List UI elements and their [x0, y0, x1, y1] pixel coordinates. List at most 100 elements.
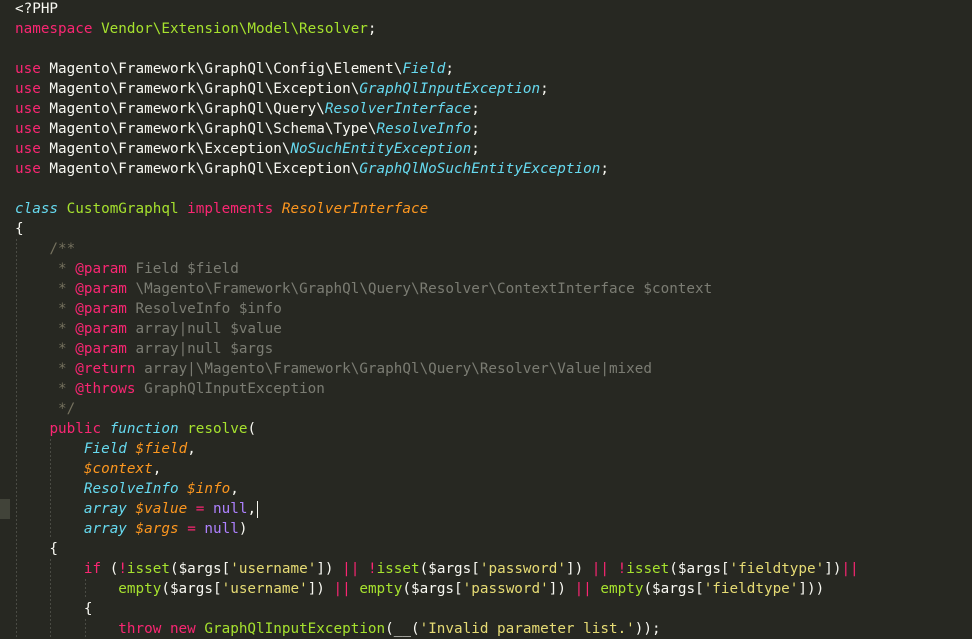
code-token: @param: [75, 261, 127, 277]
code-line[interactable]: throw new GraphQlInputException(__('Inva…: [0, 619, 972, 639]
code-line[interactable]: <?PHP: [0, 0, 972, 19]
code-token: GraphQlInputException: [204, 621, 386, 637]
code-token: *: [15, 381, 76, 397]
code-token: ResolverInterface: [324, 101, 472, 117]
code-line[interactable]: * @param \Magento\Framework\GraphQl\Quer…: [0, 279, 972, 299]
gutter-cell: [0, 259, 10, 279]
code-token: /**: [15, 241, 76, 257]
code-line[interactable]: {: [0, 539, 972, 559]
code-line[interactable]: {: [0, 599, 972, 619]
code-line[interactable]: use Magento\Framework\GraphQl\Schema\Typ…: [0, 119, 972, 139]
code-line[interactable]: * @throws GraphQlInputException: [0, 379, 972, 399]
code-line[interactable]: * @return array|\Magento\Framework\Graph…: [0, 359, 972, 379]
code-token: 'password': [479, 561, 566, 577]
code-line[interactable]: use Magento\Framework\GraphQl\Config\Ele…: [0, 59, 972, 79]
code-line[interactable]: array $value = null,: [0, 499, 972, 519]
code-line[interactable]: Field $field,: [0, 439, 972, 459]
code-token: @param: [75, 301, 127, 317]
code-text: array $value = null,: [15, 499, 259, 519]
code-line[interactable]: use Magento\Framework\GraphQl\Exception\…: [0, 79, 972, 99]
gutter-cell: [0, 539, 10, 559]
code-token: array|null $value: [126, 321, 282, 337]
code-text: * @param array|null $value: [15, 319, 282, 339]
code-line[interactable]: */: [0, 399, 972, 419]
code-line[interactable]: array $args = null): [0, 519, 972, 539]
code-token: !: [367, 561, 377, 577]
code-token: $field: [135, 441, 188, 457]
code-token: ||: [333, 581, 351, 597]
code-token: ($args[: [161, 581, 222, 597]
code-line[interactable]: $context,: [0, 459, 972, 479]
code-token: 'fieldtype': [729, 561, 825, 577]
code-token: empty: [600, 581, 644, 597]
gutter-cell: [0, 619, 10, 639]
code-token: !: [617, 561, 627, 577]
code-token: use: [15, 161, 41, 177]
code-line[interactable]: * @param array|null $value: [0, 319, 972, 339]
code-line[interactable]: use Magento\Framework\GraphQl\Query\Reso…: [0, 99, 972, 119]
code-token: @throws: [75, 381, 136, 397]
code-text: throw new GraphQlInputException(__('Inva…: [15, 619, 661, 639]
code-line[interactable]: * @param ResolveInfo $info: [0, 299, 972, 319]
code-line[interactable]: if (!isset($args['username']) || !isset(…: [0, 559, 972, 579]
gutter-cell: [0, 299, 10, 319]
code-token: ])): [798, 581, 825, 597]
code-line[interactable]: empty($args['username']) || empty($args[…: [0, 579, 972, 599]
code-token: *: [15, 321, 76, 337]
code-token: Magento\Framework\GraphQl\Config\Element…: [40, 61, 403, 77]
code-line[interactable]: [0, 179, 972, 199]
code-editor[interactable]: <?PHP namespace Vendor\Extension\Model\Re…: [0, 0, 972, 639]
code-token: $context: [83, 461, 153, 477]
code-line[interactable]: public function resolve(: [0, 419, 972, 439]
gutter-cell: [0, 399, 10, 419]
code-text: array $args = null): [15, 519, 248, 539]
code-token: *: [15, 301, 76, 317]
code-text: $context,: [15, 459, 161, 479]
code-token: CustomGraphql: [66, 201, 179, 217]
gutter-cell: [0, 199, 10, 219]
gutter-cell: [0, 599, 10, 619]
code-token: implements: [187, 201, 274, 217]
code-token: isset: [126, 561, 170, 577]
code-token: ));: [634, 621, 661, 637]
code-line[interactable]: {: [0, 219, 972, 239]
code-line[interactable]: /**: [0, 239, 972, 259]
code-line[interactable]: * @param array|null $args: [0, 339, 972, 359]
code-line[interactable]: * @param Field $field: [0, 259, 972, 279]
code-token: ,: [187, 441, 196, 457]
code-token: ($args[: [669, 561, 730, 577]
code-token: use: [15, 141, 41, 157]
code-token: GraphQlNoSuchEntityException: [359, 161, 601, 177]
code-line[interactable]: ResolveInfo $info,: [0, 479, 972, 499]
code-text: * @param Field $field: [15, 259, 239, 279]
code-token: @param: [75, 321, 127, 337]
code-token: array|\Magento\Framework\GraphQl\Query\R…: [135, 361, 652, 377]
code-token: Field: [83, 441, 127, 457]
code-token: {: [15, 601, 93, 617]
code-line[interactable]: [0, 39, 972, 59]
code-line[interactable]: use Magento\Framework\GraphQl\Exception\…: [0, 159, 972, 179]
code-token: ($args[: [169, 561, 231, 577]
code-token: null: [204, 521, 239, 537]
code-token: 'fieldtype': [703, 581, 799, 597]
gutter-cell: [0, 479, 10, 499]
code-line[interactable]: namespace Vendor\Extension\Model\Resolve…: [0, 19, 972, 39]
code-token: $value: [135, 501, 188, 517]
code-line[interactable]: use Magento\Framework\Exception\NoSuchEn…: [0, 139, 972, 159]
code-line[interactable]: class CustomGraphql implements ResolverI…: [0, 199, 972, 219]
code-text: * @param ResolveInfo $info: [15, 299, 282, 319]
gutter-cell: [0, 319, 10, 339]
code-token: 'username': [230, 561, 317, 577]
gutter-cell: [0, 239, 10, 259]
